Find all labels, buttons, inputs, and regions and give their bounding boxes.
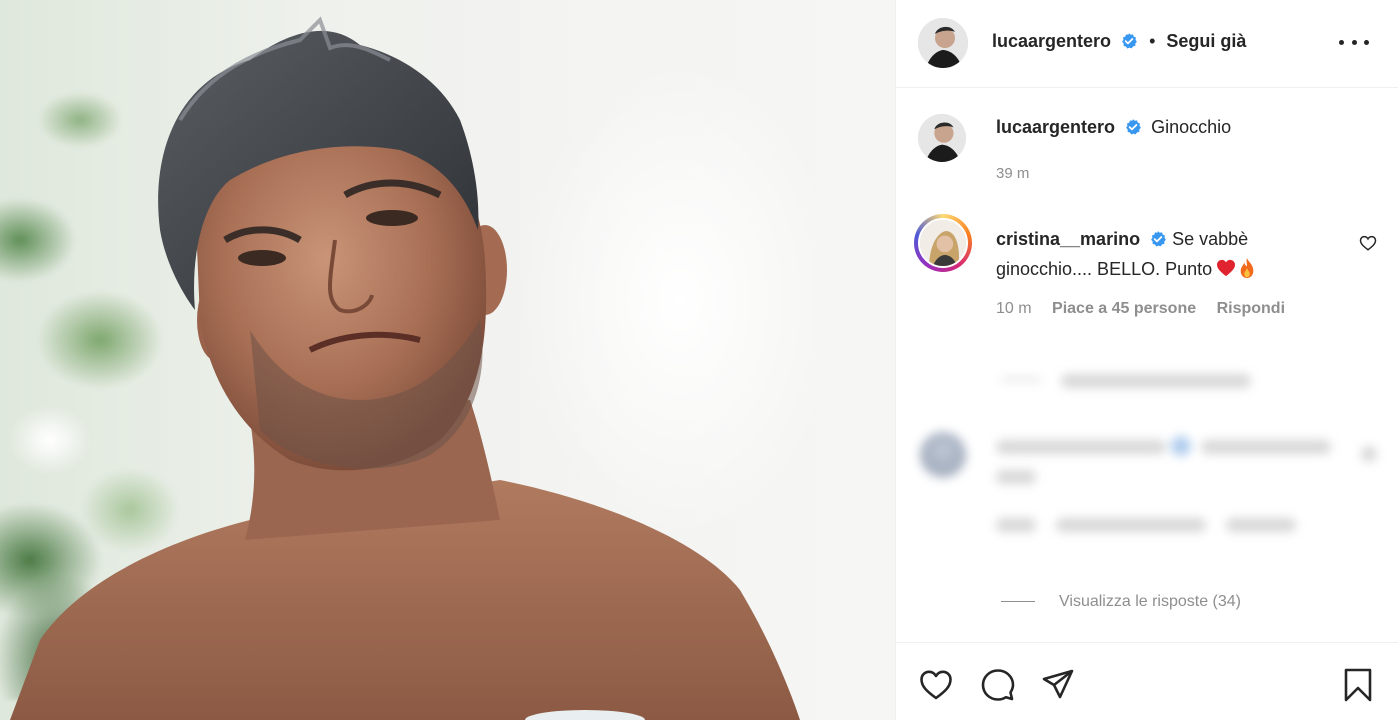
reply-button[interactable]: Rispondi <box>1217 300 1285 317</box>
post-header: lucaargentero • Segui già <box>896 0 1398 88</box>
commenter-username[interactable]: cristina__marino <box>996 229 1140 249</box>
fire-emoji <box>1240 258 1254 278</box>
verified-badge-icon <box>1122 33 1137 49</box>
caption-text: lucaargentero Ginocchio <box>996 117 1231 138</box>
caption-avatar[interactable] <box>918 114 966 162</box>
view-replies-label: Visualizza le risposte (34) <box>1059 593 1242 610</box>
follow-status-button[interactable]: Segui già <box>1166 31 1246 51</box>
author-avatar[interactable] <box>918 18 968 68</box>
post-side-panel: lucaargentero • Segui già lucaargentero <box>895 0 1398 720</box>
comment-text: cristina__marino Se vabbè ginocchio.... … <box>996 224 1296 284</box>
bookmark-icon[interactable] <box>1340 667 1376 703</box>
comment-meta: 10 m Piace a 45 persone Rispondi <box>996 300 1301 318</box>
photo-person <box>10 16 800 720</box>
verified-badge-icon <box>1151 231 1166 247</box>
heart-icon[interactable] <box>918 667 954 703</box>
send-icon[interactable] <box>1040 667 1076 703</box>
caption-time: 39 m <box>996 165 1030 182</box>
author-username[interactable]: lucaargentero <box>992 31 1111 51</box>
author-line: lucaargentero • Segui già <box>992 31 1246 52</box>
comment-time: 10 m <box>996 300 1032 317</box>
action-bar <box>896 642 1398 720</box>
separator-dot: • <box>1149 31 1156 51</box>
comment-icon[interactable] <box>980 667 1016 703</box>
caption-username[interactable]: lucaargentero <box>996 117 1115 137</box>
comment-like-heart-icon[interactable] <box>1359 234 1377 252</box>
more-options-icon[interactable] <box>1339 30 1369 54</box>
comment-likes-link[interactable]: Piace a 45 persone <box>1052 300 1196 317</box>
red-heart-emoji <box>1217 259 1236 277</box>
blurred-comment <box>896 370 1398 550</box>
commenter-avatar[interactable] <box>918 218 968 268</box>
caption-body: Ginocchio <box>1151 117 1232 137</box>
post-photo <box>0 0 895 720</box>
view-replies-link[interactable]: Visualizza le risposte (34) <box>1001 593 1241 611</box>
verified-badge-icon <box>1126 119 1141 135</box>
